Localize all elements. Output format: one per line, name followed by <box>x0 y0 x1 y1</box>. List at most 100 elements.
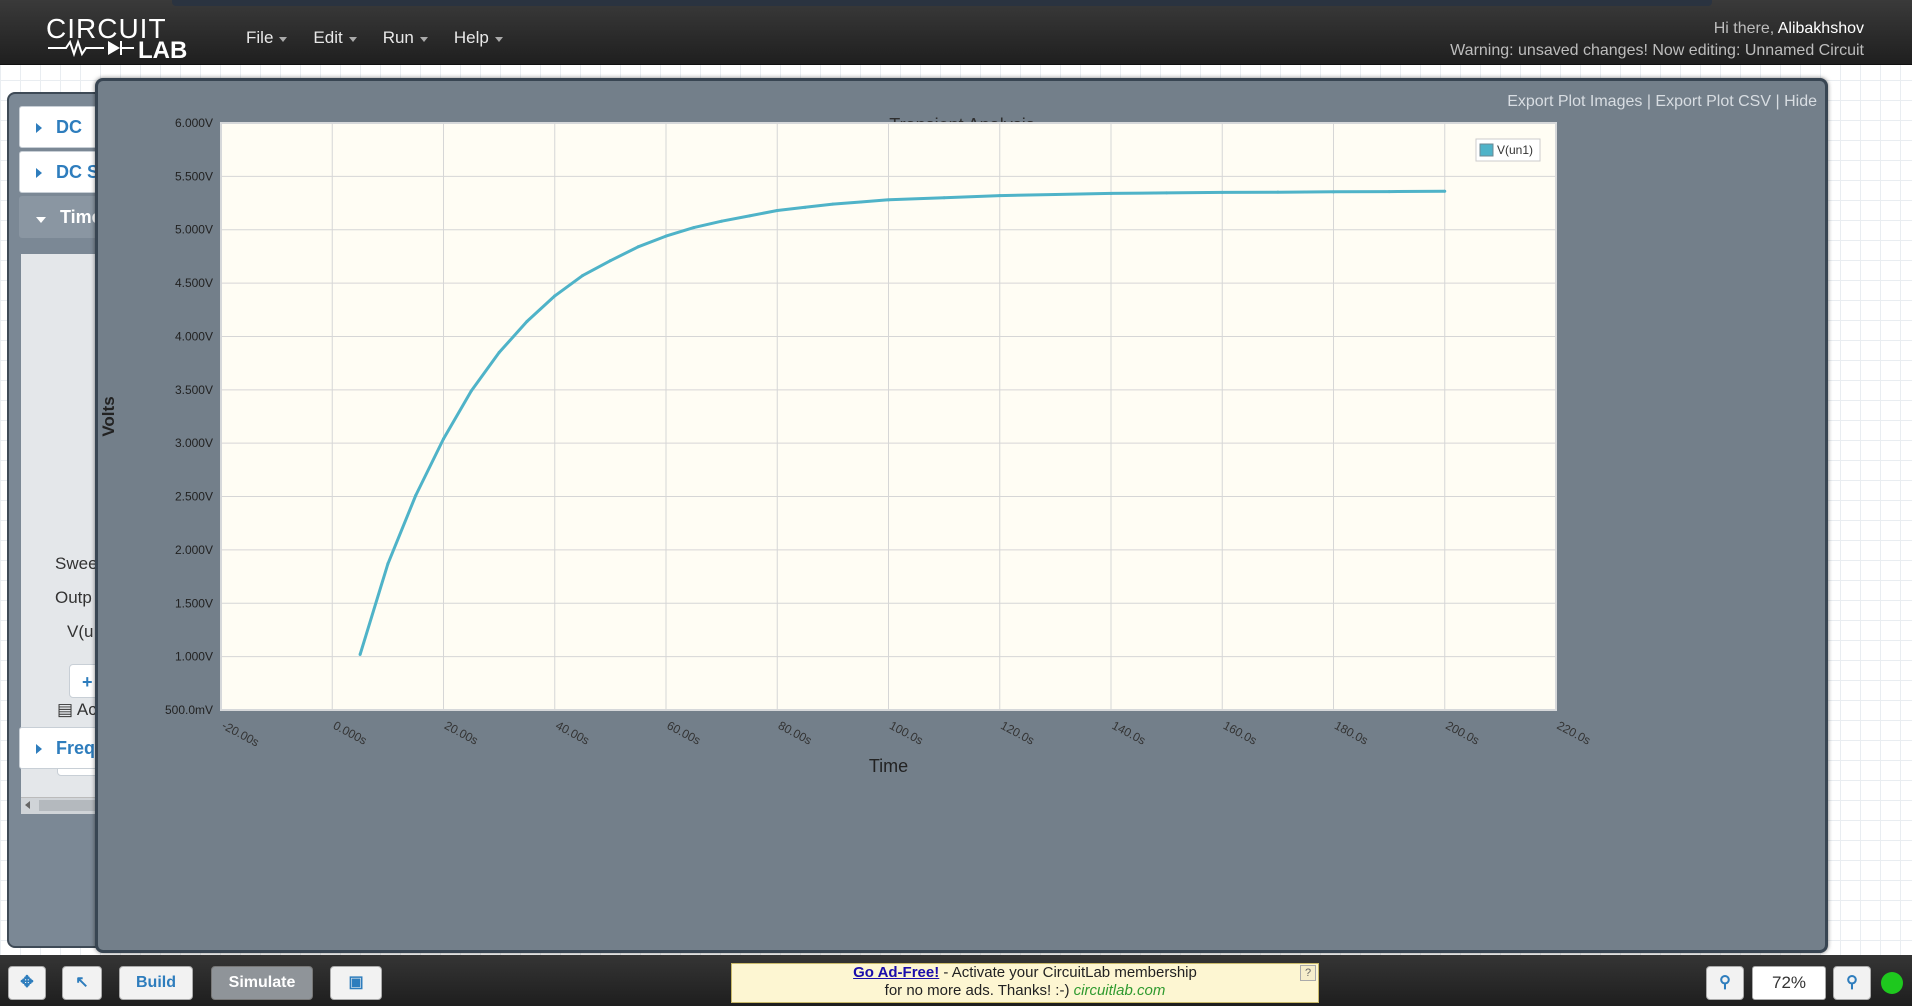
sim-mode-dc-sweep-label: DC S <box>56 162 100 182</box>
magnifier-icon: ⚲ <box>1846 974 1858 991</box>
ad-help-button[interactable]: ? <box>1300 965 1316 981</box>
zoom-in-button[interactable]: ⚲ <box>1833 966 1871 1000</box>
data-point <box>747 214 751 218</box>
go-ad-free-link[interactable]: Go Ad-Free! <box>853 964 939 981</box>
top-strip <box>172 0 1712 6</box>
data-point <box>1332 190 1335 194</box>
add-output-label: + <box>82 672 93 692</box>
menu-file-label: File <box>246 28 274 47</box>
connection-status-indicator <box>1881 972 1903 994</box>
ad-banner: Go Ad-Free! - Activate your CircuitLab m… <box>731 963 1319 1003</box>
top-bar: CIRCUIT LAB File Edit Run Help Hi there,… <box>0 0 1912 65</box>
advanced-toggle[interactable]: ▤ Ac <box>57 700 97 720</box>
advanced-label: Ac <box>76 700 97 719</box>
chevron-right-icon <box>36 744 42 754</box>
x-tick-label: 40.00s <box>553 718 591 747</box>
data-point <box>692 226 696 230</box>
x-tick-label: 220.0s <box>1555 718 1593 747</box>
y-tick-label: 2.000V <box>175 543 213 557</box>
y-tick-label: 6.000V <box>175 116 213 130</box>
data-point <box>720 219 724 223</box>
data-point <box>525 320 529 324</box>
data-point <box>803 205 807 209</box>
menu-run-label: Run <box>382 28 414 47</box>
menu-run[interactable]: Run <box>383 28 428 48</box>
build-button[interactable]: Build <box>119 966 193 1000</box>
data-point <box>1220 190 1224 194</box>
x-tick-label: 0.000s <box>331 718 369 747</box>
chevron-down-icon <box>494 37 503 42</box>
data-point <box>358 653 362 657</box>
magnifier-icon: ⚲ <box>1719 974 1731 991</box>
y-tick-label: 500.0mV <box>165 703 213 717</box>
y-tick-label: 1.000V <box>175 650 213 664</box>
y-tick-label: 1.500V <box>175 596 213 610</box>
sim-mode-frequency-label: Freq <box>56 738 96 758</box>
menu-help[interactable]: Help <box>454 28 503 48</box>
data-point <box>859 200 863 204</box>
zoom-out-button[interactable]: ⚲ <box>1706 966 1744 1000</box>
simulate-button[interactable]: Simulate <box>211 966 313 1000</box>
username-link[interactable]: Alibakhshov <box>1778 20 1864 37</box>
pan-tool-button[interactable]: ✥ <box>8 966 46 1000</box>
outputs-label: Outp <box>55 588 92 607</box>
y-tick-label: 5.000V <box>175 223 213 237</box>
data-point <box>1165 191 1169 195</box>
data-point <box>775 209 779 213</box>
data-point <box>608 259 612 263</box>
sweep-label: Swee <box>55 554 98 573</box>
data-point <box>1109 191 1113 195</box>
chart-y-axis-label: Volts <box>99 396 118 436</box>
logo-text-bottom: LAB <box>138 37 187 60</box>
plot-window: Export Plot Images | Export Plot CSV | H… <box>95 78 1828 953</box>
data-point <box>636 245 640 249</box>
chart-x-axis-label: Time <box>869 756 908 776</box>
data-point <box>1276 190 1280 194</box>
data-point <box>497 350 501 354</box>
unsaved-warning: Warning: unsaved changes! Now editing: U… <box>1450 42 1864 59</box>
chevron-right-icon <box>36 168 42 178</box>
x-tick-label: 140.0s <box>1110 718 1148 747</box>
chevron-down-icon <box>36 217 46 223</box>
transient-analysis-chart[interactable]: Transient Analysis Volts Time -20.00s0.0… <box>98 81 1825 950</box>
scroll-left-icon[interactable] <box>25 801 30 809</box>
bottom-bar: ✥ ↖ Build Simulate ▣ Go Ad-Free! - Activ… <box>0 955 1912 1006</box>
menu-help-label: Help <box>453 28 489 47</box>
y-tick-label: 3.500V <box>175 383 213 397</box>
data-point <box>442 437 445 441</box>
sim-mode-dc-label: DC <box>56 117 82 137</box>
select-tool-button[interactable]: ↖ <box>62 966 102 1000</box>
data-point <box>553 294 557 298</box>
chevron-right-icon <box>36 123 42 133</box>
circuitlab-logo[interactable]: CIRCUIT LAB <box>46 14 220 60</box>
user-box: Hi there, Alibakhshov Warning: unsaved c… <box>1450 18 1864 62</box>
output-expression[interactable]: V(u <box>67 622 93 642</box>
zoom-level: 72% <box>1752 966 1826 1000</box>
menu-file[interactable]: File <box>246 28 288 48</box>
data-point <box>1387 190 1391 194</box>
chevron-down-icon <box>279 37 288 42</box>
menu-edit-label: Edit <box>313 28 343 47</box>
data-point <box>998 194 1002 198</box>
greeting-text: Hi there, <box>1713 20 1775 37</box>
data-point <box>1053 193 1057 197</box>
y-tick-label: 3.000V <box>175 436 213 450</box>
data-point <box>664 234 668 238</box>
data-point <box>887 198 890 202</box>
data-point <box>831 202 835 206</box>
data-point <box>1443 189 1447 193</box>
y-tick-label: 5.500V <box>175 169 213 183</box>
data-point <box>386 562 390 566</box>
y-tick-label: 2.500V <box>175 490 213 504</box>
chevron-down-icon <box>419 37 428 42</box>
image-export-button[interactable]: ▣ <box>330 966 382 1000</box>
ad-site-link[interactable]: circuitlab.com <box>1074 982 1166 999</box>
x-tick-label: 120.0s <box>998 718 1036 747</box>
menu-edit[interactable]: Edit <box>313 28 357 48</box>
legend[interactable]: V(un1) <box>1475 138 1541 162</box>
pointer-icon: ↖ <box>75 974 89 991</box>
data-point <box>581 274 585 278</box>
ad-text-line1: - Activate your CircuitLab membership <box>939 964 1197 981</box>
data-point <box>942 196 946 200</box>
main-menu: File Edit Run Help <box>246 28 503 48</box>
